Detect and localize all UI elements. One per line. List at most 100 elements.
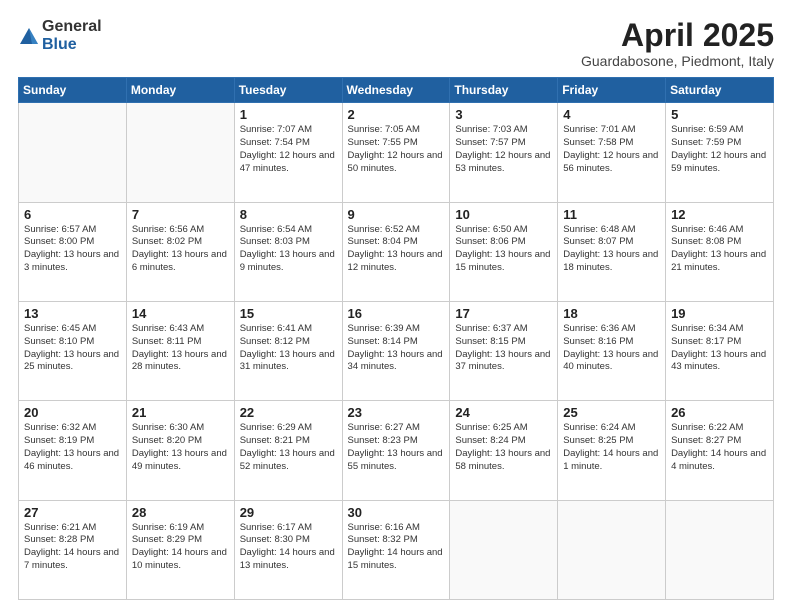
calendar-cell: 8Sunrise: 6:54 AM Sunset: 8:03 PM Daylig… [234,202,342,301]
day-number: 1 [240,107,337,122]
calendar-cell: 20 Sunrise: 6:32 AM Sunset: 8:19 PM Dayli… [19,401,127,500]
calendar-cell: 16 Sunrise: 6:39 AM Sunset: 8:14 PM Dayli… [342,301,450,400]
day-info: Sunrise: 6:36 AM Sunset: 8:16 PM Dayligh… [563,323,660,374]
day-number: 6 [24,207,121,222]
calendar-cell: 18 Sunrise: 6:36 AM Sunset: 8:16 PM Dayli… [558,301,666,400]
day-info: Sunrise: 7:07 AM Sunset: 7:54 PM Dayligh… [240,124,337,175]
day-number: 29 [240,505,337,520]
day-info: Sunrise: 6:43 AM Sunset: 8:11 PM Dayligh… [132,323,229,374]
title-block: April 2025 Guardabosone, Piedmont, Italy [581,18,774,69]
calendar-cell: 29 Sunrise: 6:17 AM Sunset: 8:30 PM Dayli… [234,500,342,599]
day-info: Sunrise: 6:50 AM Sunset: 8:06 PM Dayligh… [455,224,552,275]
day-number: 20 [24,405,121,420]
calendar-cell [450,500,558,599]
calendar-cell: 2 Sunrise: 7:05 AM Sunset: 7:55 PM Daylig… [342,103,450,202]
day-number: 3 [455,107,552,122]
day-number: 27 [24,505,121,520]
day-info: Sunrise: 6:27 AM Sunset: 8:23 PM Dayligh… [348,422,445,473]
calendar-cell: 22 Sunrise: 6:29 AM Sunset: 8:21 PM Dayli… [234,401,342,500]
day-number: 24 [455,405,552,420]
calendar-cell [666,500,774,599]
day-info: Sunrise: 6:37 AM Sunset: 8:15 PM Dayligh… [455,323,552,374]
logo-text: General Blue [42,18,102,53]
calendar-cell: 11 Sunrise: 6:48 AM Sunset: 8:07 PM Dayli… [558,202,666,301]
calendar-cell: 28 Sunrise: 6:19 AM Sunset: 8:29 PM Dayli… [126,500,234,599]
day-number: 5 [671,107,768,122]
day-info: Sunrise: 6:29 AM Sunset: 8:21 PM Dayligh… [240,422,337,473]
day-info: Sunrise: 6:16 AM Sunset: 8:32 PM Dayligh… [348,522,445,573]
calendar-cell: 17 Sunrise: 6:37 AM Sunset: 8:15 PM Dayli… [450,301,558,400]
day-info: Sunrise: 6:39 AM Sunset: 8:14 PM Dayligh… [348,323,445,374]
calendar-week-2: 6 Sunrise: 6:57 AM Sunset: 8:00 PM Daylig… [19,202,774,301]
day-number: 16 [348,306,445,321]
logo-blue: Blue [42,36,102,54]
calendar-cell: 10 Sunrise: 6:50 AM Sunset: 8:06 PM Dayli… [450,202,558,301]
day-info: Sunrise: 6:59 AM Sunset: 7:59 PM Dayligh… [671,124,768,175]
day-info: Sunrise: 6:41 AM Sunset: 8:12 PM Dayligh… [240,323,337,374]
calendar-cell [19,103,127,202]
day-number: 8 [240,207,337,222]
day-number: 18 [563,306,660,321]
header-row: Sunday Monday Tuesday Wednesday Thursday… [19,78,774,103]
day-number: 26 [671,405,768,420]
calendar-cell: 19Sunrise: 6:34 AM Sunset: 8:17 PM Dayli… [666,301,774,400]
logo: General Blue [18,18,102,53]
day-number: 12 [671,207,768,222]
logo-general: General [42,18,102,36]
calendar-cell: 9 Sunrise: 6:52 AM Sunset: 8:04 PM Daylig… [342,202,450,301]
col-tuesday: Tuesday [234,78,342,103]
day-info: Sunrise: 7:03 AM Sunset: 7:57 PM Dayligh… [455,124,552,175]
col-sunday: Sunday [19,78,127,103]
col-saturday: Saturday [666,78,774,103]
col-friday: Friday [558,78,666,103]
day-number: 23 [348,405,445,420]
day-number: 15 [240,306,337,321]
calendar-cell: 14 Sunrise: 6:43 AM Sunset: 8:11 PM Dayli… [126,301,234,400]
col-wednesday: Wednesday [342,78,450,103]
day-number: 22 [240,405,337,420]
day-info: Sunrise: 6:57 AM Sunset: 8:00 PM Dayligh… [24,224,121,275]
day-info: Sunrise: 6:46 AM Sunset: 8:08 PM Dayligh… [671,224,768,275]
day-number: 4 [563,107,660,122]
logo-icon [18,26,40,48]
calendar-cell: 12 Sunrise: 6:46 AM Sunset: 8:08 PM Dayli… [666,202,774,301]
day-info: Sunrise: 6:19 AM Sunset: 8:29 PM Dayligh… [132,522,229,573]
day-info: Sunrise: 6:21 AM Sunset: 8:28 PM Dayligh… [24,522,121,573]
day-number: 9 [348,207,445,222]
day-number: 2 [348,107,445,122]
day-info: Sunrise: 6:48 AM Sunset: 8:07 PM Dayligh… [563,224,660,275]
calendar-week-1: 1 Sunrise: 7:07 AM Sunset: 7:54 PM Daylig… [19,103,774,202]
day-number: 14 [132,306,229,321]
day-info: Sunrise: 6:30 AM Sunset: 8:20 PM Dayligh… [132,422,229,473]
day-number: 10 [455,207,552,222]
day-info: Sunrise: 6:45 AM Sunset: 8:10 PM Dayligh… [24,323,121,374]
calendar-week-3: 13 Sunrise: 6:45 AM Sunset: 8:10 PM Dayli… [19,301,774,400]
day-number: 13 [24,306,121,321]
calendar-cell: 24Sunrise: 6:25 AM Sunset: 8:24 PM Dayli… [450,401,558,500]
calendar-cell: 15 Sunrise: 6:41 AM Sunset: 8:12 PM Dayli… [234,301,342,400]
day-number: 30 [348,505,445,520]
day-info: Sunrise: 6:24 AM Sunset: 8:25 PM Dayligh… [563,422,660,473]
day-number: 11 [563,207,660,222]
month-title: April 2025 [581,18,774,53]
day-info: Sunrise: 6:52 AM Sunset: 8:04 PM Dayligh… [348,224,445,275]
day-info: Sunrise: 7:05 AM Sunset: 7:55 PM Dayligh… [348,124,445,175]
day-info: Sunrise: 6:17 AM Sunset: 8:30 PM Dayligh… [240,522,337,573]
calendar-cell: 3 Sunrise: 7:03 AM Sunset: 7:57 PM Daylig… [450,103,558,202]
location: Guardabosone, Piedmont, Italy [581,53,774,69]
day-number: 28 [132,505,229,520]
day-info: Sunrise: 6:32 AM Sunset: 8:19 PM Dayligh… [24,422,121,473]
calendar-cell: 21Sunrise: 6:30 AM Sunset: 8:20 PM Dayli… [126,401,234,500]
calendar-page: General Blue April 2025 Guardabosone, Pi… [0,0,792,612]
day-info: Sunrise: 6:22 AM Sunset: 8:27 PM Dayligh… [671,422,768,473]
calendar-table: Sunday Monday Tuesday Wednesday Thursday… [18,77,774,600]
calendar-cell: 13 Sunrise: 6:45 AM Sunset: 8:10 PM Dayli… [19,301,127,400]
day-info: Sunrise: 7:01 AM Sunset: 7:58 PM Dayligh… [563,124,660,175]
header: General Blue April 2025 Guardabosone, Pi… [18,18,774,69]
calendar-cell [558,500,666,599]
day-number: 17 [455,306,552,321]
calendar-cell: 7Sunrise: 6:56 AM Sunset: 8:02 PM Daylig… [126,202,234,301]
calendar-cell: 5 Sunrise: 6:59 AM Sunset: 7:59 PM Daylig… [666,103,774,202]
day-number: 7 [132,207,229,222]
col-monday: Monday [126,78,234,103]
